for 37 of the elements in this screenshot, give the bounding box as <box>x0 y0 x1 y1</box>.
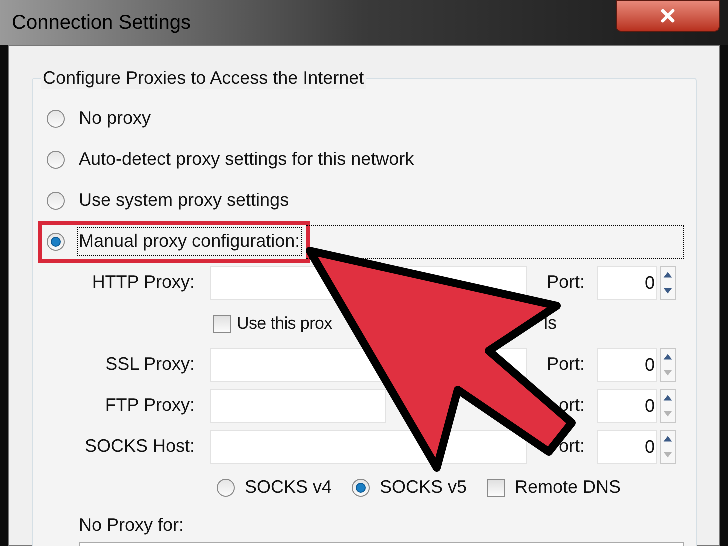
port-field[interactable]: 0 <box>597 388 657 422</box>
spinner[interactable] <box>660 388 676 422</box>
radio-button[interactable] <box>352 478 370 496</box>
radio-label[interactable]: Auto-detect proxy settings for this network <box>77 146 416 173</box>
spinner[interactable] <box>660 348 676 382</box>
spinner[interactable] <box>660 266 676 300</box>
field-label: FTP Proxy: <box>104 394 195 417</box>
radio-button[interactable] <box>217 478 235 496</box>
radio-label[interactable]: No proxy <box>77 105 154 132</box>
port-field[interactable]: 0 <box>597 430 657 464</box>
field-label: HTTP Proxy: <box>91 271 195 294</box>
radio-label[interactable]: SOCKS v4 <box>245 474 332 501</box>
radio-label[interactable]: Manual proxy configuration: <box>77 227 302 256</box>
checkbox-label[interactable]: Use this prox <box>237 310 332 336</box>
checkbox-label[interactable]: Remote DNS <box>515 474 622 501</box>
radio-button[interactable] <box>47 192 65 210</box>
port-label: ort: <box>558 435 585 458</box>
input-field[interactable] <box>210 388 386 422</box>
radio-button[interactable] <box>47 150 65 168</box>
field-label: SSL Proxy: <box>104 353 195 376</box>
port-label: Port: <box>546 271 585 294</box>
radio-button[interactable] <box>47 110 65 128</box>
radio-button[interactable] <box>47 232 65 250</box>
radio-label[interactable]: Use system proxy settings <box>77 187 292 214</box>
radio-label[interactable]: SOCKS v5 <box>380 474 468 501</box>
port-field[interactable]: 0 <box>597 266 657 300</box>
window-title: Connection Settings <box>12 11 192 36</box>
checkbox[interactable] <box>213 314 231 332</box>
field-label: No Proxy for: <box>79 514 184 537</box>
port-label: Port: <box>546 353 585 376</box>
input-field[interactable] <box>210 430 527 464</box>
port-label: ort: <box>558 394 585 417</box>
spinner[interactable] <box>660 430 676 464</box>
field-label: SOCKS Host: <box>84 435 195 458</box>
checkbox[interactable] <box>487 478 505 496</box>
close-button[interactable] <box>616 0 720 32</box>
port-field[interactable]: 0 <box>597 348 657 382</box>
